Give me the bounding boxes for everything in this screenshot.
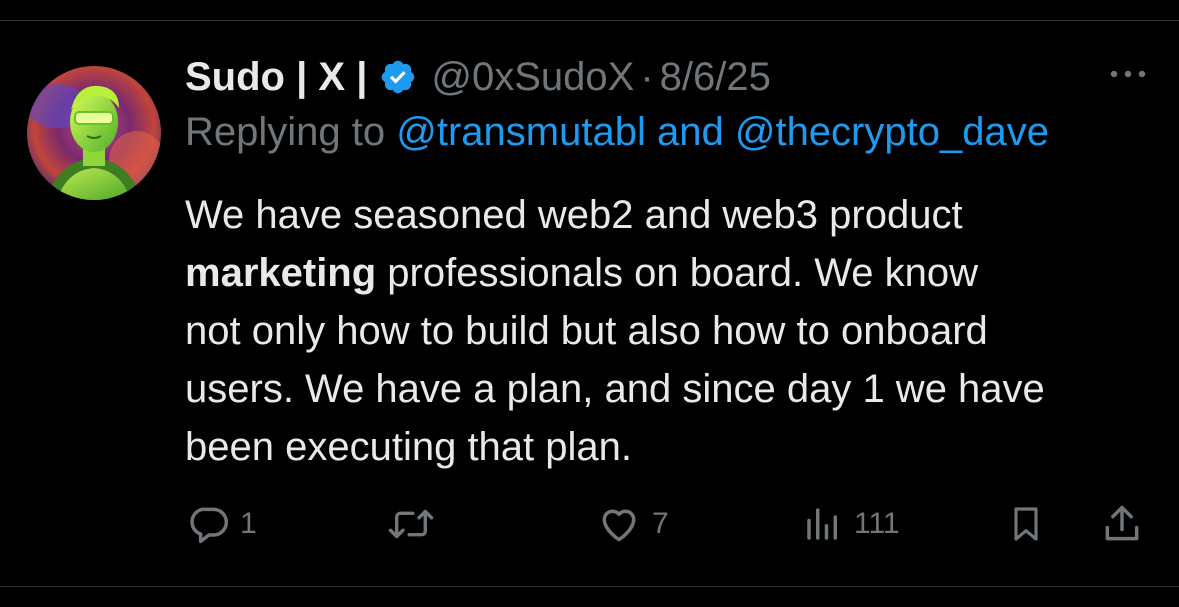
share-button[interactable]	[1100, 498, 1144, 550]
top-divider	[0, 20, 1179, 21]
body-line-3: not only how to build but also how to on…	[185, 309, 988, 353]
more-options-icon[interactable]	[1107, 64, 1149, 84]
tweet-header: Sudo | X | @0xSudoX · 8/6/25	[185, 52, 771, 102]
heart-icon	[596, 502, 642, 546]
replying-to: Replying to @transmutabl and @thecrypto_…	[185, 110, 1049, 155]
body-line-4: users. We have a plan, and since day 1 w…	[185, 367, 1045, 411]
body-line-2-rest: professionals on board. We know	[376, 251, 978, 295]
separator-dot: ·	[640, 54, 654, 99]
reply-button[interactable]: 1	[186, 498, 257, 550]
bottom-divider	[0, 586, 1179, 587]
like-button[interactable]: 7	[596, 498, 669, 550]
avatar[interactable]	[27, 66, 161, 200]
tweet-body: We have seasoned web2 and web3 product m…	[185, 186, 1145, 476]
body-line-5: been executing that plan.	[185, 425, 633, 469]
repost-button[interactable]	[386, 498, 446, 550]
action-bar: 1 7 111	[0, 498, 1179, 550]
repost-arrows-icon	[386, 502, 436, 546]
reply-count: 1	[240, 507, 257, 540]
share-upload-icon	[1100, 502, 1144, 546]
verified-badge-icon	[379, 58, 417, 96]
body-line-2: marketing professionals on board. We kno…	[185, 244, 1145, 302]
reply-bubble-icon	[186, 502, 230, 546]
mention-link-1[interactable]: @transmutabl	[396, 110, 646, 154]
bar-chart-icon	[802, 502, 844, 546]
like-count: 7	[652, 507, 669, 540]
bookmark-icon	[1006, 502, 1046, 546]
display-name[interactable]: Sudo | X |	[185, 55, 367, 100]
views-count: 111	[854, 507, 900, 540]
views-button[interactable]: 111	[802, 498, 900, 550]
mention-joiner[interactable]: and	[657, 110, 724, 154]
replying-prefix: Replying to	[185, 110, 386, 154]
user-handle[interactable]: @0xSudoX	[431, 55, 634, 100]
bookmark-button[interactable]	[1006, 498, 1046, 550]
mention-link-2[interactable]: @thecrypto_dave	[735, 110, 1049, 154]
body-bold-word: marketing	[185, 251, 377, 295]
tweet-date[interactable]: 8/6/25	[660, 55, 771, 100]
body-line-1: We have seasoned web2 and web3 product	[185, 193, 963, 237]
